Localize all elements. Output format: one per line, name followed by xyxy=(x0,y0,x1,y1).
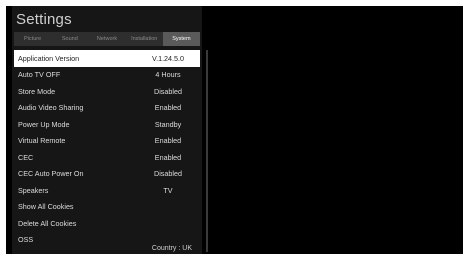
menu-item-show-all-cookies[interactable]: Show All Cookies xyxy=(14,199,200,216)
menu-item-store-mode[interactable]: Store Mode Disabled xyxy=(14,83,200,100)
menu-item-label: Virtual Remote xyxy=(18,136,66,146)
menu-scrollbar[interactable] xyxy=(206,50,208,252)
settings-tabs: Picture Sound Network Installation Syste… xyxy=(14,32,201,46)
menu-item-label: Show All Cookies xyxy=(18,202,74,212)
menu-item-label: CEC Auto Power On xyxy=(18,169,84,179)
menu-item-value: Enabled xyxy=(154,152,182,162)
menu-item-application-version[interactable]: Application Version V.1.24.5.0 xyxy=(14,50,200,67)
tv-screen: Settings Picture Sound Network Installat… xyxy=(6,6,463,254)
tab-installation[interactable]: Installation xyxy=(126,32,163,46)
menu-item-label: Delete All Cookies xyxy=(18,218,77,228)
menu-item-audio-video-sharing[interactable]: Audio Video Sharing Enabled xyxy=(14,100,200,117)
menu-item-value: Standby xyxy=(154,119,182,129)
tab-network[interactable]: Network xyxy=(88,32,125,46)
menu-item-value: Enabled xyxy=(154,136,182,146)
menu-item-value: Disabled xyxy=(154,86,182,96)
tab-system[interactable]: System xyxy=(162,32,201,46)
menu-item-cec-auto-power-on[interactable]: CEC Auto Power On Disabled xyxy=(14,166,200,183)
menu-item-power-up-mode[interactable]: Power Up Mode Standby xyxy=(14,116,200,133)
menu-item-label: Application Version xyxy=(18,53,80,63)
menu-item-value: V.1.24.5.0 xyxy=(151,53,185,63)
menu-item-value: Disabled xyxy=(154,169,182,179)
menu-item-label: CEC xyxy=(18,152,34,162)
menu-item-value: Enabled xyxy=(154,103,182,113)
menu-item-label: Store Mode xyxy=(18,86,56,96)
menu-item-delete-all-cookies[interactable]: Delete All Cookies xyxy=(14,215,200,232)
menu-item-value: TV xyxy=(163,185,173,195)
system-menu: Application Version V.1.24.5.0 Auto TV O… xyxy=(14,50,200,248)
menu-item-label: Power Up Mode xyxy=(18,119,70,129)
tab-picture[interactable]: Picture xyxy=(14,32,51,46)
tab-sound[interactable]: Sound xyxy=(51,32,88,46)
menu-item-label: OSS xyxy=(18,235,34,245)
page-title: Settings xyxy=(16,11,72,28)
menu-item-label: Speakers xyxy=(18,185,49,195)
menu-item-cec[interactable]: CEC Enabled xyxy=(14,149,200,166)
country-label: Country : UK xyxy=(151,245,192,252)
settings-panel: Settings Picture Sound Network Installat… xyxy=(12,6,208,254)
menu-item-value: 4 Hours xyxy=(155,70,181,80)
menu-item-virtual-remote[interactable]: Virtual Remote Enabled xyxy=(14,133,200,150)
menu-item-auto-tv-off[interactable]: Auto TV OFF 4 Hours xyxy=(14,67,200,84)
menu-item-label: Audio Video Sharing xyxy=(18,103,84,113)
menu-item-speakers[interactable]: Speakers TV xyxy=(14,182,200,199)
menu-item-label: Auto TV OFF xyxy=(18,70,61,80)
